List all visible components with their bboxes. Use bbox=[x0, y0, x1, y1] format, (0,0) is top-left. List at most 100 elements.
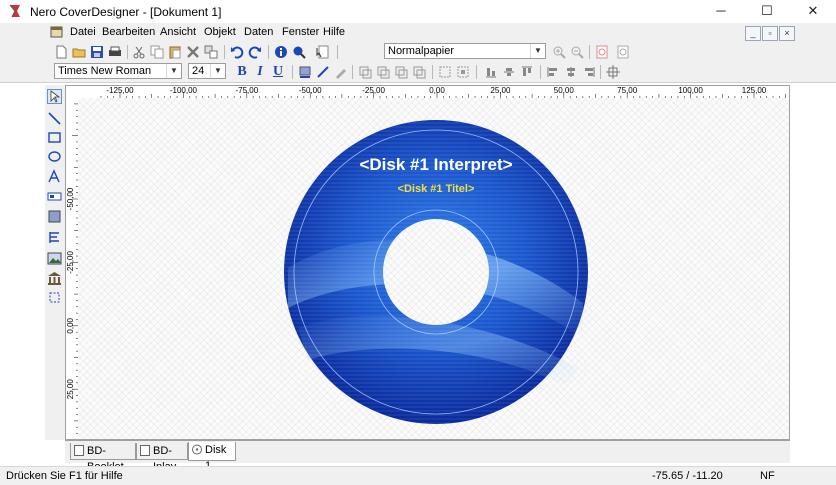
ruler-label: -50,00 bbox=[299, 86, 322, 95]
zoom-fit-icon[interactable] bbox=[616, 45, 630, 59]
horizontal-ruler: -125,00 -100,00 -75,00 -50,00 -25,00 0,00 25,0… bbox=[66, 86, 789, 98]
distribute-middle-icon[interactable] bbox=[564, 65, 578, 79]
align-topleft-icon[interactable] bbox=[358, 65, 372, 79]
ruler-label: 0,00 bbox=[66, 317, 75, 333]
align-top-icon[interactable] bbox=[376, 65, 390, 79]
menu-hilfe[interactable]: Hilfe bbox=[323, 26, 345, 38]
toolbar-separator bbox=[600, 65, 601, 79]
rectangle-tool-icon[interactable] bbox=[47, 130, 62, 145]
page-zoom-icon[interactable] bbox=[595, 45, 609, 59]
tab-disk-1[interactable]: Disk 1 bbox=[188, 442, 236, 472]
menu-bearbeiten[interactable]: Bearbeiten bbox=[102, 26, 155, 38]
cut-icon[interactable] bbox=[132, 45, 146, 59]
tracklist-tool-icon[interactable] bbox=[47, 230, 62, 245]
title-bar: Nero CoverDesigner - [Dokument 1] ─ ☐ ✕ bbox=[0, 0, 836, 23]
status-help-text: Drücken Sie F1 für Hilfe bbox=[6, 470, 123, 482]
save-icon[interactable] bbox=[90, 45, 104, 59]
open-folder-icon[interactable] bbox=[72, 45, 86, 59]
page-icon bbox=[74, 445, 84, 456]
tab-bd-inlay[interactable]: BD-Inlay bbox=[136, 443, 188, 473]
tab-bd-booklet[interactable]: BD-Booklet bbox=[70, 443, 136, 473]
crop-tool-icon[interactable] bbox=[47, 290, 62, 305]
menu-ansicht[interactable]: Ansicht bbox=[160, 26, 196, 38]
ellipse-tool-icon[interactable] bbox=[47, 149, 62, 164]
info-icon[interactable] bbox=[274, 45, 288, 59]
align-bottom-icon[interactable] bbox=[412, 65, 426, 79]
toolbar-separator bbox=[127, 45, 128, 59]
line-tool-icon[interactable] bbox=[47, 111, 62, 126]
menu-objekt[interactable]: Objekt bbox=[204, 26, 236, 38]
paste-icon[interactable] bbox=[168, 45, 182, 59]
select-arrow-icon[interactable] bbox=[47, 89, 62, 104]
toolbar-separator bbox=[589, 45, 590, 59]
standard-toolbar: Normalpapier ▼ bbox=[0, 42, 836, 62]
menu-fenster[interactable]: Fenster bbox=[282, 26, 319, 38]
chevron-down-icon: ▼ bbox=[530, 44, 545, 58]
ruler-label: -25,00 bbox=[362, 86, 385, 95]
ruler-label: 100,00 bbox=[678, 86, 703, 95]
undo-icon[interactable] bbox=[230, 45, 244, 59]
pen-icon[interactable] bbox=[334, 65, 348, 79]
delete-icon[interactable] bbox=[186, 45, 200, 59]
maximize-button[interactable]: ☐ bbox=[744, 0, 790, 23]
ruler-label: -75,00 bbox=[235, 86, 258, 95]
mdi-minimize-button[interactable]: _ bbox=[745, 26, 761, 41]
align-right-icon[interactable] bbox=[394, 65, 408, 79]
print-icon[interactable] bbox=[108, 45, 122, 59]
copy-icon[interactable] bbox=[150, 45, 164, 59]
ruler-label: 50,00 bbox=[554, 86, 575, 95]
ungroup-icon[interactable] bbox=[456, 65, 470, 79]
zoom-in-icon[interactable] bbox=[552, 45, 566, 59]
group-icon[interactable] bbox=[438, 65, 452, 79]
bold-button[interactable]: B bbox=[234, 64, 250, 80]
field-tool-icon[interactable] bbox=[47, 189, 62, 204]
paper-type-value: Normalpapier bbox=[388, 45, 455, 57]
close-button[interactable]: ✕ bbox=[790, 0, 836, 23]
new-document-icon[interactable] bbox=[54, 45, 68, 59]
zoom-out-icon[interactable] bbox=[570, 45, 584, 59]
font-family-value: Times New Roman bbox=[58, 65, 152, 77]
design-canvas[interactable]: -125,00 -100,00 -75,00 -50,00 -25,00 0,00 25,0… bbox=[65, 85, 790, 440]
mdi-close-button[interactable]: × bbox=[779, 26, 795, 41]
menu-datei[interactable]: Datei bbox=[70, 26, 96, 38]
document-tabs: BD-Booklet BD-Inlay Disk 1 bbox=[65, 440, 790, 473]
document-icon bbox=[50, 26, 63, 38]
ruler-label: 75,00 bbox=[617, 86, 638, 95]
search-properties-icon[interactable] bbox=[292, 45, 306, 59]
menu-daten[interactable]: Daten bbox=[244, 26, 273, 38]
ruler-label: 25,00 bbox=[66, 379, 75, 400]
menu-bar: Datei Bearbeiten Ansicht Objekt Daten Fe… bbox=[0, 23, 836, 42]
font-size-select[interactable]: 24 ▼ bbox=[188, 63, 226, 79]
ruler-label: -100,00 bbox=[170, 86, 198, 95]
image-tool-icon[interactable] bbox=[47, 209, 62, 224]
center-object-icon[interactable] bbox=[606, 65, 620, 79]
italic-button[interactable]: I bbox=[252, 64, 268, 80]
disc-label[interactable]: <Disk #1 Interpret> <Disk #1 Titel> bbox=[78, 98, 789, 440]
fill-color-icon[interactable] bbox=[298, 65, 312, 79]
line-color-icon[interactable] bbox=[316, 65, 330, 79]
disc-interpret-text[interactable]: <Disk #1 Interpret> bbox=[359, 155, 512, 174]
font-family-select[interactable]: Times New Roman ▼ bbox=[54, 63, 182, 79]
chevron-down-icon: ▼ bbox=[166, 64, 181, 78]
ruler-label: -25,00 bbox=[66, 251, 75, 274]
picture-tool-icon[interactable] bbox=[47, 251, 62, 266]
align-bars-right-icon[interactable] bbox=[520, 65, 534, 79]
mdi-restore-button[interactable]: ▫ bbox=[762, 26, 778, 41]
nero-app-icon bbox=[9, 4, 20, 18]
distribute-top-icon[interactable] bbox=[546, 65, 560, 79]
align-bars-center-icon[interactable] bbox=[502, 65, 516, 79]
ruler-label: -125,00 bbox=[106, 86, 134, 95]
text-tool-icon[interactable] bbox=[47, 169, 62, 184]
help-pointer-icon[interactable] bbox=[316, 45, 330, 59]
distribute-bottom-icon[interactable] bbox=[582, 65, 596, 79]
redo-icon[interactable] bbox=[248, 45, 262, 59]
align-bars-left-icon[interactable] bbox=[484, 65, 498, 79]
page-area[interactable]: <Disk #1 Interpret> <Disk #1 Titel> bbox=[78, 98, 789, 440]
paper-type-select[interactable]: Normalpapier ▼ bbox=[384, 43, 546, 59]
toolbar-separator bbox=[337, 45, 338, 59]
disc-title-text[interactable]: <Disk #1 Titel> bbox=[398, 183, 475, 195]
duplicate-icon[interactable] bbox=[204, 45, 218, 59]
underline-button[interactable]: U bbox=[270, 64, 286, 80]
minimize-button[interactable]: ─ bbox=[698, 0, 744, 23]
bank-template-icon[interactable] bbox=[47, 271, 62, 286]
